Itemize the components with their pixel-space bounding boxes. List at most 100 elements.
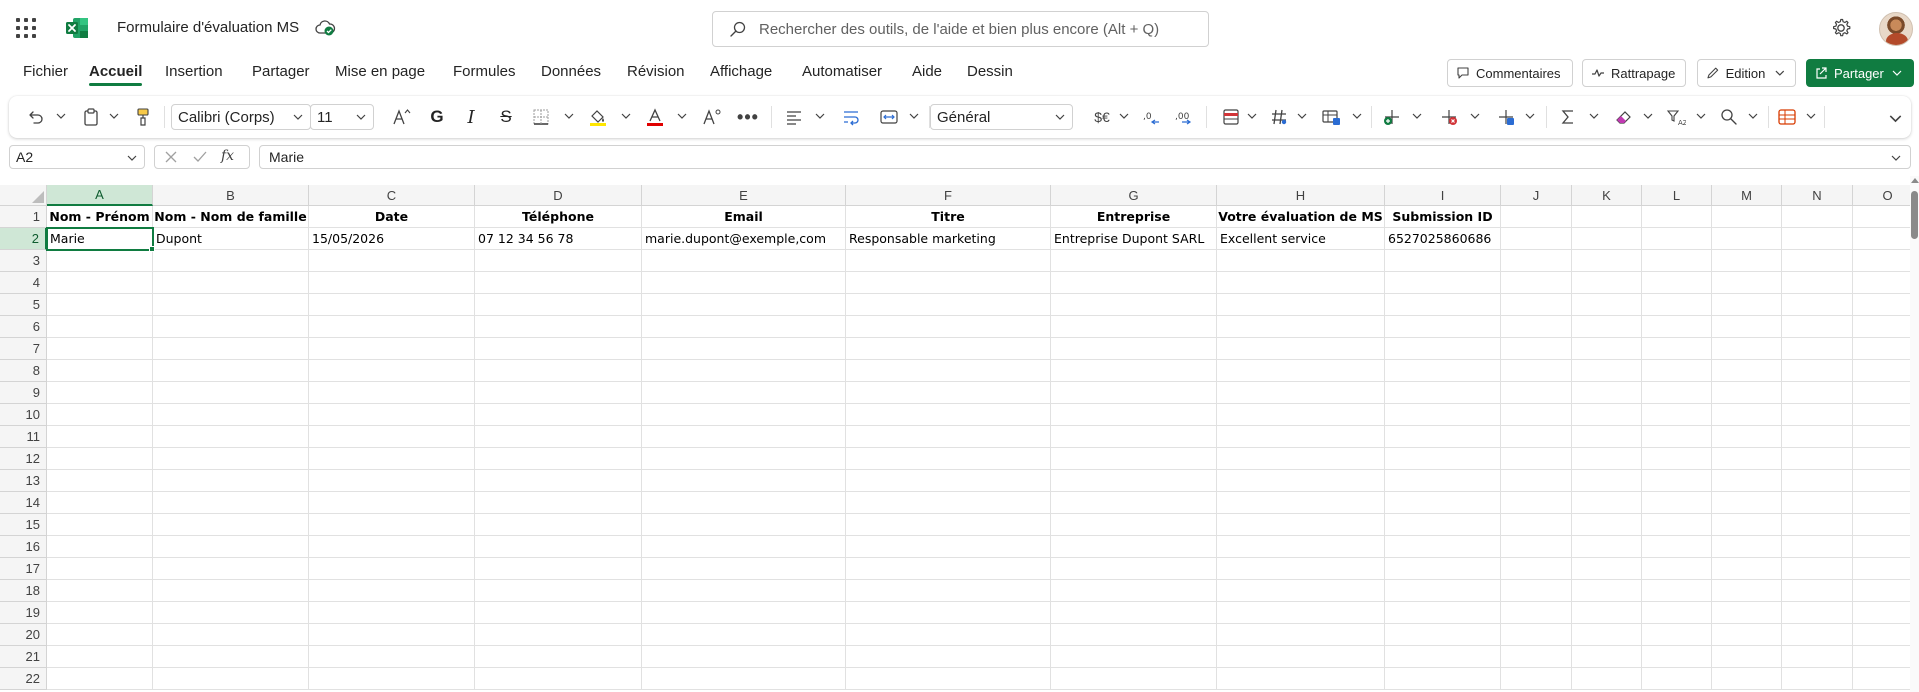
cell-n13[interactable] [1782,470,1853,492]
cell-l19[interactable] [1642,602,1712,624]
cell-a2[interactable]: Marie [46,227,154,251]
cell-j2[interactable] [1501,228,1572,250]
cell-d20[interactable] [475,624,642,646]
cell-b7[interactable] [153,338,309,360]
cell-o8[interactable] [1853,360,1910,382]
merge-cells-button[interactable] [877,104,901,130]
cell-k6[interactable] [1572,316,1642,338]
cell-l13[interactable] [1642,470,1712,492]
column-header-f[interactable]: F [846,185,1051,206]
cell-i21[interactable] [1385,646,1501,668]
row-header-8[interactable]: 8 [0,360,47,382]
cell-h21[interactable] [1217,646,1385,668]
cell-o12[interactable] [1853,448,1910,470]
cancel-entry-icon[interactable] [163,149,179,168]
cell-n17[interactable] [1782,558,1853,580]
cell-f17[interactable] [846,558,1051,580]
cell-j14[interactable] [1501,492,1572,514]
cell-f22[interactable] [846,668,1051,690]
row-header-13[interactable]: 13 [0,470,47,492]
cell-m16[interactable] [1712,536,1782,558]
cell-o19[interactable] [1853,602,1910,624]
menu-mise-en-page[interactable]: Mise en page [335,63,425,80]
cell-a3[interactable] [47,250,153,272]
cell-m15[interactable] [1712,514,1782,536]
cell-n22[interactable] [1782,668,1853,690]
decrease-decimal-button[interactable]: ,0 [1139,104,1165,130]
cell-g20[interactable] [1051,624,1217,646]
cell-m8[interactable] [1712,360,1782,382]
cell-l9[interactable] [1642,382,1712,404]
font-color-chevron-icon[interactable] [677,111,687,121]
cell-i15[interactable] [1385,514,1501,536]
catchup-button[interactable]: Rattrapage [1582,59,1686,87]
name-box[interactable]: A2 [9,145,145,169]
cell-j1[interactable] [1501,206,1572,228]
cell-o6[interactable] [1853,316,1910,338]
cell-c16[interactable] [309,536,475,558]
cell-c5[interactable] [309,294,475,316]
cell-i17[interactable] [1385,558,1501,580]
align-button[interactable] [782,104,806,130]
cell-l16[interactable] [1642,536,1712,558]
italic-button[interactable]: I [459,104,483,130]
row-header-7[interactable]: 7 [0,338,47,360]
fill-color-chevron-icon[interactable] [621,111,631,121]
cell-o16[interactable] [1853,536,1910,558]
cell-o13[interactable] [1853,470,1910,492]
cell-j5[interactable] [1501,294,1572,316]
row-header-5[interactable]: 5 [0,294,47,316]
row-header-3[interactable]: 3 [0,250,47,272]
cell-f8[interactable] [846,360,1051,382]
cell-a16[interactable] [47,536,153,558]
cell-i13[interactable] [1385,470,1501,492]
cell-d4[interactable] [475,272,642,294]
cell-l15[interactable] [1642,514,1712,536]
cell-b19[interactable] [153,602,309,624]
cell-g5[interactable] [1051,294,1217,316]
cell-e20[interactable] [642,624,846,646]
cell-c3[interactable] [309,250,475,272]
cell-f12[interactable] [846,448,1051,470]
cell-j13[interactable] [1501,470,1572,492]
menu-accueil[interactable]: Accueil [89,63,143,86]
cell-c12[interactable] [309,448,475,470]
cell-h18[interactable] [1217,580,1385,602]
cell-h12[interactable] [1217,448,1385,470]
column-header-h[interactable]: H [1217,185,1385,206]
cell-g18[interactable] [1051,580,1217,602]
cell-b8[interactable] [153,360,309,382]
cell-j8[interactable] [1501,360,1572,382]
increase-decimal-button[interactable]: ,00 [1171,104,1197,130]
cell-j21[interactable] [1501,646,1572,668]
format-as-table-button[interactable] [1267,104,1291,130]
column-header-m[interactable]: M [1712,185,1782,206]
share-button[interactable]: Partager [1806,59,1914,87]
cell-g22[interactable] [1051,668,1217,690]
cell-f15[interactable] [846,514,1051,536]
menu-dessin[interactable]: Dessin [967,63,1013,80]
cell-o10[interactable] [1853,404,1910,426]
cell-k8[interactable] [1572,360,1642,382]
row-header-18[interactable]: 18 [0,580,47,602]
app-launcher-icon[interactable] [16,18,36,38]
row-header-10[interactable]: 10 [0,404,47,426]
edition-mode-button[interactable]: Edition [1697,59,1796,87]
row-header-19[interactable]: 19 [0,602,47,624]
select-all-corner[interactable] [0,185,47,206]
row-header-14[interactable]: 14 [0,492,47,514]
cell-l12[interactable] [1642,448,1712,470]
cell-o3[interactable] [1853,250,1910,272]
cell-n8[interactable] [1782,360,1853,382]
cell-j19[interactable] [1501,602,1572,624]
cell-d14[interactable] [475,492,642,514]
cell-j16[interactable] [1501,536,1572,558]
cell-d9[interactable] [475,382,642,404]
menu-revision[interactable]: Révision [627,63,685,80]
column-header-c[interactable]: C [309,185,475,206]
cloud-saved-icon[interactable] [314,18,336,38]
cell-g11[interactable] [1051,426,1217,448]
cell-m17[interactable] [1712,558,1782,580]
column-header-l[interactable]: L [1642,185,1712,206]
row-header-15[interactable]: 15 [0,514,47,536]
